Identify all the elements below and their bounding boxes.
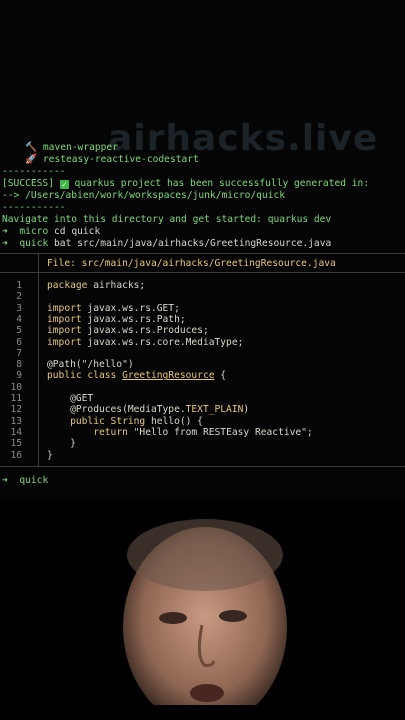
command-text: cd quick <box>54 226 101 237</box>
code-text: @Produces(MediaType.TEXT_PLAIN) <box>47 404 250 416</box>
code-text: } <box>47 438 76 450</box>
command-text: bat src/main/java/airhacks/GreetingResou… <box>54 238 332 249</box>
prompt-dir: quick <box>19 475 49 486</box>
file-header: File: src/main/java/airhacks/GreetingRes… <box>47 258 336 269</box>
code-text: @Path("/hello") <box>47 359 134 371</box>
command-line: ➜ quick bat src/main/java/airhacks/Greet… <box>2 238 331 250</box>
line-number: 7 <box>16 347 22 359</box>
line-number: 5 <box>16 325 22 337</box>
line-number: 1 <box>16 280 22 291</box>
line-number: 4 <box>16 313 22 325</box>
code-line: 15 } <box>0 438 405 449</box>
line-number: 6 <box>16 336 22 348</box>
success-line: [SUCCESS] ✓ quarkus project has been suc… <box>2 178 369 190</box>
code-line: 4 import javax.ws.rs.Path; <box>0 314 405 325</box>
separator <box>0 272 405 273</box>
separator <box>0 466 405 467</box>
line-number: 3 <box>16 302 22 314</box>
code-line: 14 return "Hello from RESTEasy Reactive"… <box>0 427 405 438</box>
code-line: 13 public String hello() { <box>0 416 405 427</box>
line-number: 15 <box>10 438 22 450</box>
code-text: return "Hello from RESTEasy Reactive"; <box>93 426 313 438</box>
dashes: ----------- <box>2 202 66 213</box>
code-line: 5 import javax.ws.rs.Produces; <box>0 325 405 336</box>
terminal-window[interactable]: airhacks.live 🔨 maven-wrapper 🚀 resteasy… <box>0 0 405 500</box>
success-message: quarkus project has been successfully ge… <box>68 178 370 189</box>
line-number: 11 <box>10 393 22 404</box>
line-number: 16 <box>10 449 22 461</box>
code-text: import javax.ws.rs.core.MediaType; <box>47 336 244 348</box>
line-number: 13 <box>10 415 22 427</box>
code-text: import javax.ws.rs.Path; <box>47 313 186 325</box>
code-line: 2 <box>0 291 405 302</box>
rocket-icon: 🚀 <box>25 154 38 165</box>
project-path: --> /Users/abien/work/workspaces/junk/mi… <box>2 190 286 201</box>
success-tag: [SUCCESS] <box>2 178 54 189</box>
code-line: 3 import javax.ws.rs.GET; <box>0 303 405 314</box>
command-line: ➜ micro cd quick <box>2 226 100 238</box>
code-text: import javax.ws.rs.Produces; <box>47 325 209 337</box>
check-icon: ✓ <box>59 180 69 189</box>
prompt-arrow-icon: ➜ <box>2 226 8 237</box>
line-number: 2 <box>16 291 22 303</box>
line-number: 8 <box>16 359 22 371</box>
code-text: import javax.ws.rs.GET; <box>47 302 180 314</box>
code-line: 7 <box>0 348 405 359</box>
prompt-arrow-icon: ➜ <box>2 475 8 486</box>
separator <box>0 253 405 254</box>
code-text: public String hello() { <box>70 415 203 427</box>
code-text: package airhacks; <box>47 280 146 291</box>
code-line: 8 @Path("/hello") <box>0 359 405 370</box>
code-text: public class GreetingResource { <box>47 370 227 382</box>
code-text: @GET <box>47 393 94 404</box>
line-number: 10 <box>10 381 22 393</box>
extension-label: resteasy-reactive-codestart <box>42 154 199 165</box>
line-number: 9 <box>16 370 22 382</box>
code-line: 9 public class GreetingResource { <box>0 370 405 381</box>
code-line: 6 import javax.ws.rs.core.MediaType; <box>0 337 405 348</box>
line-number: 12 <box>10 404 22 416</box>
code-line: 11 @GET <box>0 393 405 404</box>
line-number: 14 <box>10 426 22 438</box>
code-line: 16} <box>0 450 405 461</box>
dashes: ----------- <box>2 166 66 177</box>
command-prompt[interactable]: ➜ quick <box>2 475 48 487</box>
prompt-dir: quick <box>19 238 49 249</box>
code-text: } <box>47 449 53 461</box>
code-line: 12 @Produces(MediaType.TEXT_PLAIN) <box>0 404 405 415</box>
navigate-hint: Navigate into this directory and get sta… <box>2 214 332 225</box>
code-line: 1 package airhacks; <box>0 280 405 291</box>
presenter-video <box>90 519 320 720</box>
prompt-arrow-icon: ➜ <box>2 238 8 249</box>
code-line: 10 <box>0 382 405 393</box>
prompt-dir: micro <box>19 226 49 237</box>
